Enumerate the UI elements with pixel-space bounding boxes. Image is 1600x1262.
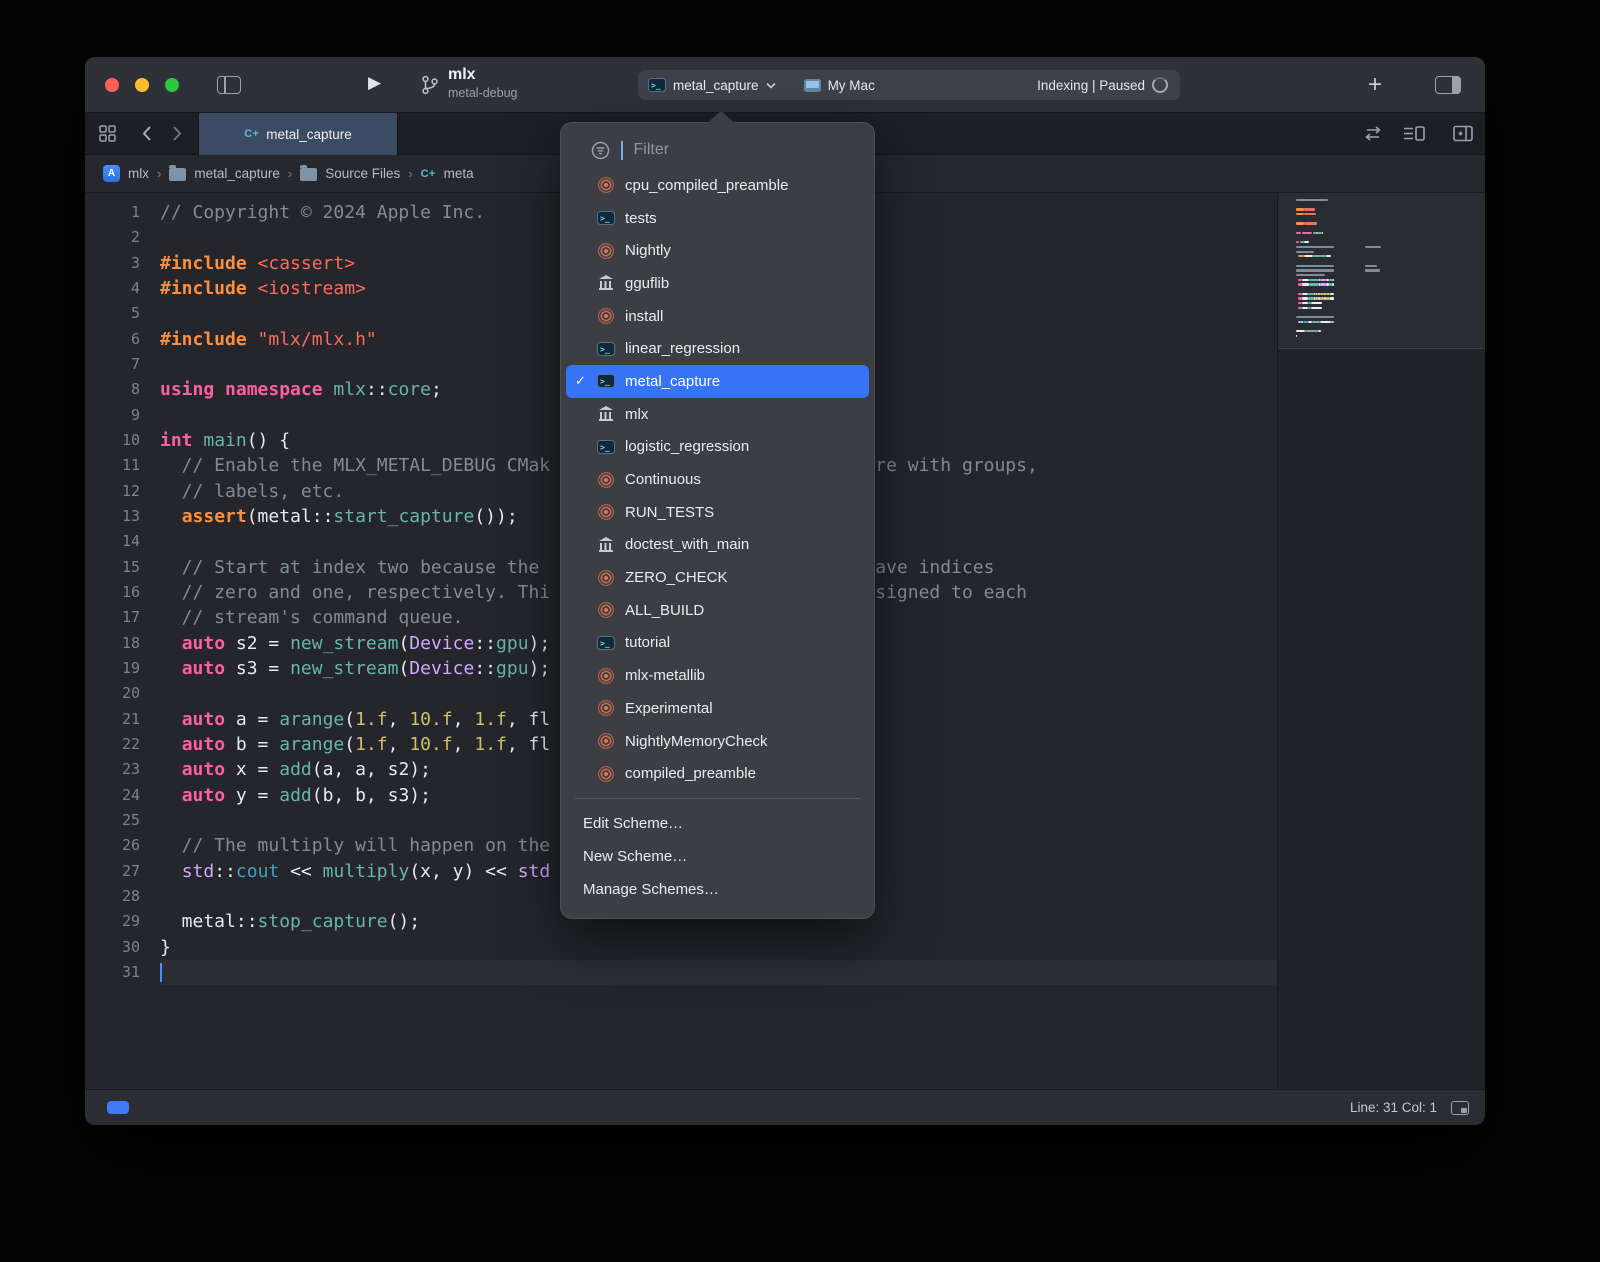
folder-icon — [169, 168, 186, 181]
breadcrumb-source-files[interactable]: Source Files — [325, 166, 400, 181]
code-line: } — [160, 935, 1277, 960]
scheme-item-logistic-regression[interactable]: logistic_regression — [566, 431, 869, 464]
scheme-destination-bar: metal_capture My Mac Indexing | Paused — [638, 70, 1180, 100]
text-insertion-caret — [160, 963, 162, 982]
line-numbers: 1234567891011121314151617181920212223242… — [85, 200, 140, 985]
cpp-file-icon: C+ — [421, 168, 436, 180]
git-branch-icon — [421, 75, 439, 95]
terminal-icon — [597, 211, 615, 225]
scheme-item-install[interactable]: install — [566, 300, 869, 333]
go-forward-icon[interactable] — [171, 125, 183, 142]
scheme-selector[interactable]: metal_capture — [673, 78, 759, 93]
target-icon — [598, 308, 614, 324]
terminal-icon — [597, 636, 615, 650]
chevron-down-icon[interactable] — [766, 82, 776, 89]
window-project-title: mlx — [448, 65, 518, 85]
target-icon — [598, 570, 614, 586]
scheme-item-tests[interactable]: tests — [566, 202, 869, 235]
manage-schemes-menu-item[interactable]: Manage Schemes… — [561, 873, 874, 906]
target-icon — [598, 668, 614, 684]
scheme-terminal-icon — [648, 78, 666, 92]
related-items-grid-icon[interactable] — [99, 125, 116, 142]
scheme-item-zero-check[interactable]: ZERO_CHECK — [566, 561, 869, 594]
titlebar: ▶ mlx metal-debug metal_capture — [85, 57, 1485, 113]
text-caret — [621, 141, 623, 160]
breadcrumb-project[interactable]: mlx — [128, 166, 149, 181]
scheme-item-doctest-with-main[interactable]: doctest_with_main — [566, 529, 869, 562]
library-icon — [598, 406, 614, 422]
scheme-item-all-build[interactable]: ALL_BUILD — [566, 594, 869, 627]
cursor-position: Line: 31 Col: 1 — [1350, 1100, 1437, 1115]
target-icon — [598, 177, 614, 193]
scheme-popover: cpu_compiled_preamble tests Nightly gguf… — [560, 122, 875, 919]
scheme-item-nightly-memory-check[interactable]: NightlyMemoryCheck — [566, 725, 869, 758]
target-icon — [598, 243, 614, 259]
scheme-item-metal-capture[interactable]: metal_capture — [566, 365, 869, 398]
target-icon — [598, 700, 614, 716]
library-icon — [598, 537, 614, 553]
editor-options-icon[interactable] — [1403, 125, 1425, 142]
desktop: ▶ mlx metal-debug metal_capture — [0, 0, 1600, 1262]
breakpoint-indicator[interactable] — [107, 1101, 129, 1114]
scheme-item-run-tests[interactable]: RUN_TESTS — [566, 496, 869, 529]
minimap-lines — [1278, 193, 1485, 349]
go-back-icon[interactable] — [141, 125, 153, 142]
target-icon — [598, 602, 614, 618]
activity-status: Indexing | Paused — [1037, 78, 1145, 93]
menu-separator — [575, 798, 860, 799]
scheme-item-gguflib[interactable]: gguflib — [566, 267, 869, 300]
new-scheme-menu-item[interactable]: New Scheme… — [561, 840, 874, 873]
destination-selector[interactable]: My Mac — [828, 78, 875, 93]
checkmark-icon — [575, 373, 597, 389]
project-app-icon: A — [103, 165, 120, 182]
edit-scheme-menu-item[interactable]: Edit Scheme… — [561, 807, 874, 840]
scheme-item-experimental[interactable]: Experimental — [566, 692, 869, 725]
target-icon — [598, 733, 614, 749]
scheme-item-continuous[interactable]: Continuous — [566, 463, 869, 496]
sidebar-toggle-icon[interactable] — [217, 76, 241, 94]
breadcrumb-group[interactable]: metal_capture — [194, 166, 280, 181]
popover-arrow — [707, 111, 735, 123]
progress-spinner-icon — [1152, 77, 1168, 93]
scheme-item-nightly[interactable]: Nightly — [566, 234, 869, 267]
breadcrumb-separator: › — [157, 166, 161, 181]
scheme-item-linear-regression[interactable]: linear_regression — [566, 332, 869, 365]
target-icon — [598, 504, 614, 520]
cpp-file-icon: C+ — [244, 128, 259, 140]
target-icon — [598, 766, 614, 782]
run-button[interactable]: ▶ — [368, 73, 381, 93]
scheme-item-mlx[interactable]: mlx — [566, 398, 869, 431]
add-editor-icon[interactable] — [1453, 125, 1473, 142]
terminal-icon — [597, 440, 615, 454]
window-branch-subtitle: metal-debug — [448, 85, 518, 101]
scheme-filter-input[interactable] — [634, 141, 834, 159]
breadcrumb-file[interactable]: meta — [444, 166, 474, 181]
editor-corner-icon[interactable] — [1451, 1101, 1469, 1115]
minimize-window-button[interactable] — [135, 78, 149, 92]
my-mac-icon — [804, 79, 821, 92]
library-icon — [598, 275, 614, 291]
minimap[interactable] — [1277, 193, 1485, 1089]
terminal-icon — [597, 374, 615, 388]
scheme-item-compiled-preamble[interactable]: compiled_preamble — [566, 757, 869, 790]
code-line — [160, 960, 1277, 985]
minimap-empty-area — [1278, 349, 1485, 1089]
zoom-window-button[interactable] — [165, 78, 179, 92]
scheme-item-tutorial[interactable]: tutorial — [566, 627, 869, 660]
editor-status-bar: Line: 31 Col: 1 — [85, 1089, 1485, 1125]
add-tab-button[interactable]: + — [1368, 71, 1382, 99]
filter-icon — [591, 141, 610, 160]
scheme-item-cpu-compiled-preamble[interactable]: cpu_compiled_preamble — [566, 169, 869, 202]
scheme-filter-row — [561, 131, 874, 169]
target-icon — [598, 472, 614, 488]
editor-panes-icon[interactable] — [1435, 76, 1461, 94]
xcode-window: ▶ mlx metal-debug metal_capture — [85, 57, 1485, 1125]
swap-editors-icon[interactable] — [1363, 125, 1383, 142]
terminal-icon — [597, 342, 615, 356]
scheme-item-mlx-metallib[interactable]: mlx-metallib — [566, 659, 869, 692]
close-window-button[interactable] — [105, 78, 119, 92]
folder-icon — [300, 168, 317, 181]
tab-metal-capture[interactable]: C+ metal_capture — [198, 113, 398, 155]
